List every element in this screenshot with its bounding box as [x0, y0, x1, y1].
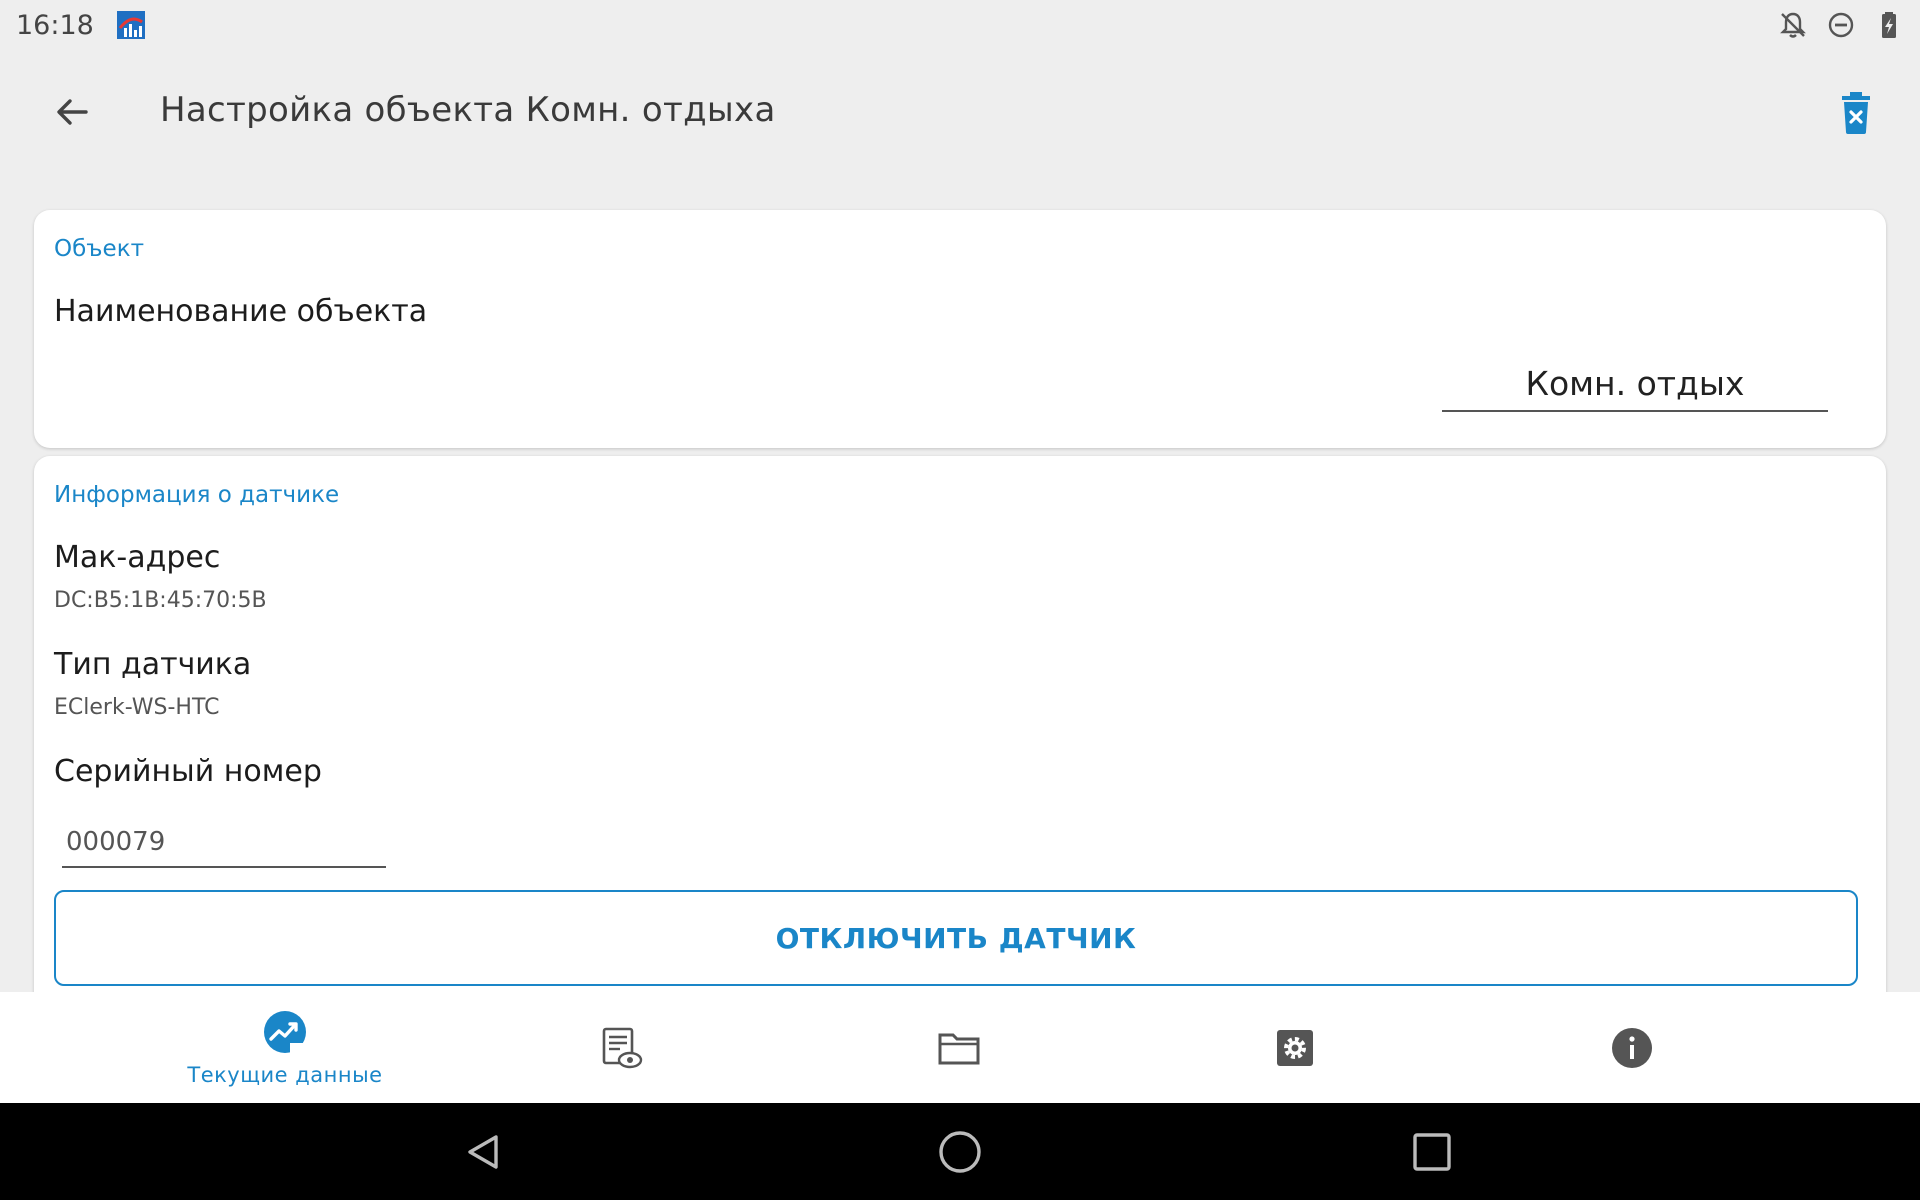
nav-settings[interactable] [1165, 992, 1425, 1103]
delete-icon[interactable] [1836, 90, 1876, 136]
status-time: 16:18 [16, 9, 94, 41]
mac-address-value: DC:B5:1B:45:70:5B [54, 588, 267, 613]
object-card: Объект Наименование объекта [34, 210, 1886, 448]
page-title: Настройка объекта Комн. отдыха [160, 90, 776, 130]
nav-info[interactable] [1502, 992, 1762, 1103]
app-notification-icon [116, 11, 145, 39]
current-data-icon [264, 1010, 306, 1053]
object-name-field-wrap [1442, 356, 1828, 412]
sensor-section-title: Информация о датчике [54, 482, 340, 508]
system-recents-icon[interactable] [1407, 1127, 1457, 1177]
sensor-type-value: EClerk-WS-HTC [54, 695, 220, 720]
system-navigation-bar [0, 1103, 1920, 1200]
serial-number-field-wrap [62, 818, 386, 868]
app-bar: Настройка объекта Комн. отдыха [0, 60, 1920, 165]
status-bar: 16:18 [0, 0, 1920, 50]
folder-icon [938, 1033, 980, 1064]
battery-charging-icon [1882, 12, 1896, 38]
object-section-title: Объект [54, 236, 144, 262]
nav-current-data[interactable]: Текущие данные [155, 992, 415, 1103]
object-name-label: Наименование объекта [54, 294, 428, 329]
nav-folder[interactable] [829, 992, 1089, 1103]
sensor-card: Информация о датчике Мак-адрес DC:B5:1B:… [34, 456, 1886, 1016]
nav-document-view[interactable] [491, 992, 751, 1103]
serial-number-input[interactable] [62, 818, 386, 866]
system-back-icon[interactable] [458, 1127, 508, 1177]
bottom-navigation: Текущие данные [0, 992, 1920, 1103]
info-icon [1612, 1027, 1652, 1068]
status-icons [1778, 10, 1904, 40]
settings-gear-icon [1277, 1029, 1313, 1066]
document-view-icon [602, 1027, 643, 1068]
do-not-disturb-icon [1828, 12, 1854, 38]
back-arrow-icon[interactable] [50, 90, 94, 134]
system-home-icon[interactable] [935, 1127, 985, 1177]
serial-number-label: Серийный номер [54, 754, 322, 789]
notifications-off-icon [1780, 12, 1806, 38]
mac-address-label: Мак-адрес [54, 540, 221, 575]
disconnect-sensor-button[interactable]: ОТКЛЮЧИТЬ ДАТЧИК [54, 890, 1858, 986]
nav-current-data-label: Текущие данные [187, 1062, 383, 1087]
sensor-type-label: Тип датчика [54, 647, 252, 682]
object-name-input[interactable] [1442, 356, 1828, 410]
